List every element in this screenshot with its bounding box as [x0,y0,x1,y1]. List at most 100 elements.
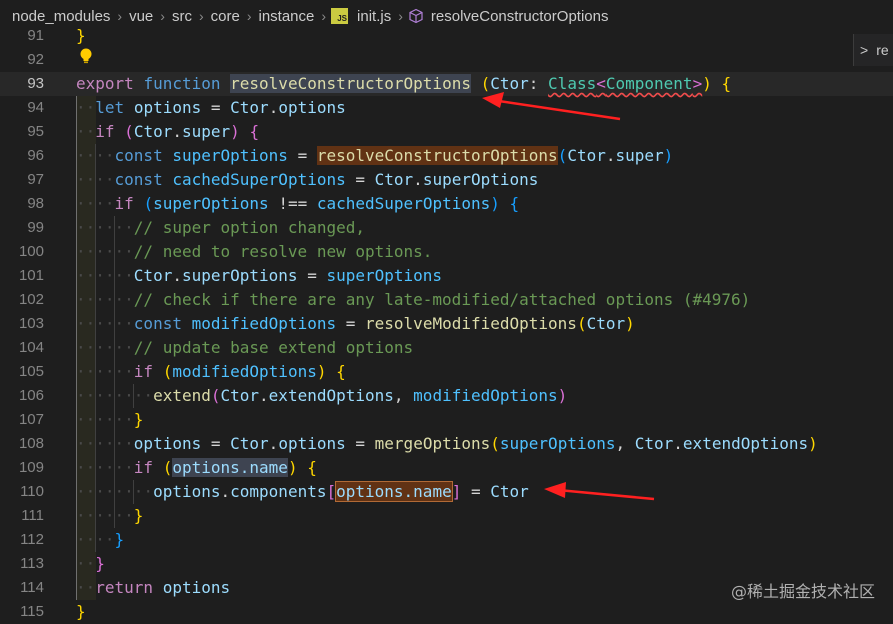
line-number: 111 [21,507,44,524]
brace: } [133,410,144,429]
variable: options [133,98,202,117]
code-line: 101 ······Ctor.superOptions = superOptio… [0,264,893,288]
expression: options.name [335,481,453,502]
property: super [181,122,231,141]
line-number: 113 [20,555,44,572]
lightbulb-icon[interactable] [78,47,94,65]
constant: superOptions [153,194,269,213]
line-number: 109 [18,459,44,476]
breadcrumb-item-vue[interactable]: vue [127,8,155,25]
constant: superOptions [326,266,443,285]
keyword: const [114,170,163,189]
code-line: 110 ········options.components[options.n… [0,480,893,504]
property: options [278,98,346,117]
line-number: 104 [18,339,44,356]
code-line: 103 ······const modifiedOptions = resolv… [0,312,893,336]
annotation-arrow [482,92,621,121]
watermark: @稀土掘金技术社区 [730,582,875,601]
chevron-right-icon: › [398,8,403,24]
line-number: 105 [18,363,44,380]
chevron-right-icon: › [117,8,123,24]
line-number: 95 [27,123,44,140]
code-line: 97 ····const cachedSuperOptions = Ctor.s… [0,168,893,192]
code-line: 115 } [0,600,893,624]
function-name: resolveConstructorOptions [230,74,471,93]
line-number: 92 [27,51,44,68]
brace: } [133,506,144,525]
code-line: 109 ······if (options.name) { [0,456,893,480]
breadcrumb-item-file[interactable]: init.js [355,8,393,25]
brace: } [114,530,125,549]
code-line: 106 ········extend(Ctor.extendOptions, m… [0,384,893,408]
code-line: 112 ····} [0,528,893,552]
expression: options.name [172,458,288,477]
function-call: extend [153,386,211,405]
keyword: if [133,362,154,381]
keyword: function [143,74,221,93]
brace: } [76,26,86,45]
line-number: 115 [20,603,44,620]
line-number: 98 [27,195,44,212]
comment: // super option changed, [133,218,365,237]
breadcrumb-item-core[interactable]: core [209,8,242,25]
code-editor[interactable]: 91 } 92 93 export function resolveConstr… [0,24,893,621]
breadcrumb-item-src[interactable]: src [170,8,194,25]
line-number: 108 [18,435,44,452]
chevron-right-icon: › [198,8,204,24]
breadcrumb-item-node-modules[interactable]: node_modules [10,8,112,25]
function-call: resolveModifiedOptions [365,314,577,333]
keyword: export [76,74,134,93]
keyword: const [133,314,182,333]
code-line: 108 ······options = Ctor.options = merge… [0,432,893,456]
annotation-arrow [544,482,655,501]
breadcrumb-item-instance[interactable]: instance [256,8,316,25]
code-line: 111 ······} [0,504,893,528]
code-line: 92 [0,48,893,72]
property: extendOptions [682,434,809,453]
comment: // check if there are any late-modified/… [133,290,751,309]
constant: superOptions [499,434,616,453]
line-number: 110 [20,483,44,500]
function-call: resolveConstructorOptions [316,146,558,165]
property: super [615,146,664,165]
line-number: 91 [27,27,44,44]
comment: // need to resolve new options. [133,242,433,261]
line-number: 96 [27,147,44,164]
property: extendOptions [268,386,394,405]
code-line: 100 ······// need to resolve new options… [0,240,893,264]
keyword: let [95,98,125,117]
line-number: 112 [20,531,44,548]
comment: // update base extend options [133,338,414,357]
code-line: 99 ······// super option changed, [0,216,893,240]
constant: modifiedOptions [172,362,317,381]
variable: Ctor [133,266,173,285]
cube-icon [409,8,423,24]
keyword: if [95,122,115,141]
code-line: 94 ··let options = Ctor.options [0,96,893,120]
line-number: 94 [27,99,44,116]
line-number: 102 [18,291,44,308]
line-number: 93 [27,75,44,92]
variable: options [162,578,231,597]
keyword: if [114,194,134,213]
property: superOptions [422,170,539,189]
variable: Ctor [374,170,414,189]
function-call: mergeOptions [374,434,491,453]
code-line: 98 ····if (superOptions !== cachedSuperO… [0,192,893,216]
line-number: 100 [18,243,44,260]
chevron-right-icon: › [321,8,327,24]
line-number: 107 [18,411,44,428]
property: superOptions [181,266,298,285]
variable: Ctor [230,98,269,117]
breadcrumb-item-symbol[interactable]: resolveConstructorOptions [429,8,611,25]
constant: superOptions [172,146,288,165]
javascript-file-icon: JS [331,8,349,24]
code-line: 113 ··} [0,552,893,576]
variable: options [133,434,202,453]
code-line: 91 } [0,24,893,48]
code-line: 104 ······// update base extend options [0,336,893,360]
variable: Ctor [567,146,606,165]
constant: cachedSuperOptions [172,170,346,189]
variable: Ctor [230,434,269,453]
code-line: 105 ······if (modifiedOptions) { [0,360,893,384]
